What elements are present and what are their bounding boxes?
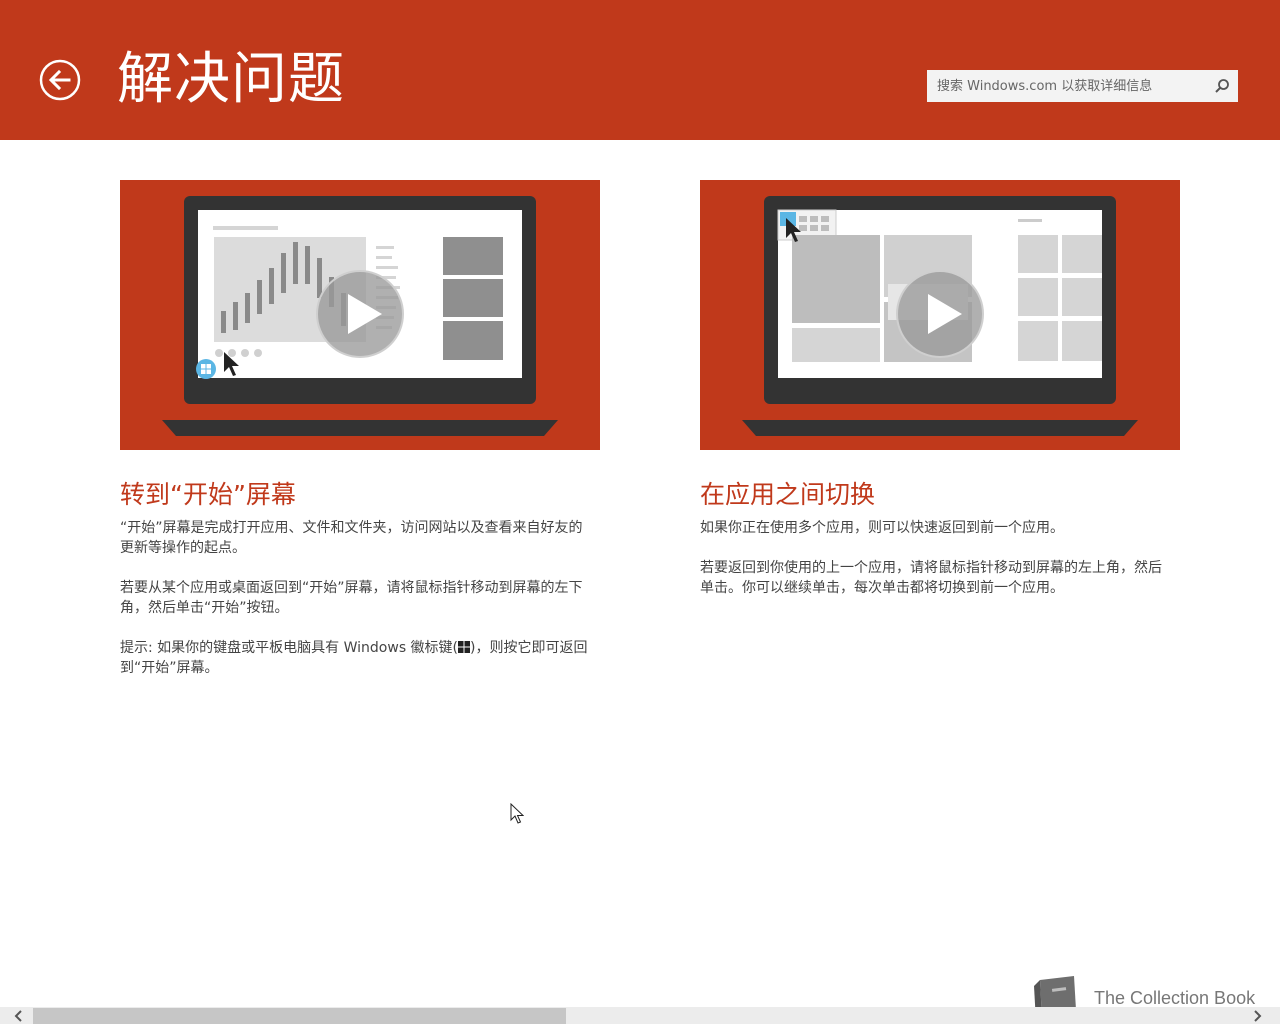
page-title: 解决问题 xyxy=(117,47,345,112)
card-tip: 提示: 如果你的键盘或平板电脑具有 Windows 徽标键()，则按它即可返回到… xyxy=(120,638,590,678)
card-paragraph: 若要返回到你使用的上一个应用，请将鼠标指针移动到屏幕的左上角，然后单击。你可以继… xyxy=(700,560,1162,596)
video-thumbnail-switch-apps[interactable] xyxy=(700,180,1180,450)
search-icon xyxy=(1215,79,1229,93)
scrollbar-thumb[interactable] xyxy=(33,1008,566,1024)
header-bar: 解决问题 xyxy=(0,0,1280,140)
help-card-switch-apps: 在应用之间切换 如果你正在使用多个应用，则可以快速返回到前一个应用。 若要返回到… xyxy=(700,180,1180,598)
laptop-illustration xyxy=(742,196,1138,436)
play-icon xyxy=(896,270,984,358)
chevron-right-icon xyxy=(1254,1009,1262,1022)
brand-text: The Collection Book xyxy=(1094,988,1256,1008)
horizontal-scrollbar[interactable] xyxy=(0,1007,1280,1024)
search-input[interactable] xyxy=(927,71,1206,101)
card-paragraph: 如果你正在使用多个应用，则可以快速返回到前一个应用。 xyxy=(700,520,1064,536)
play-icon xyxy=(316,270,404,358)
windows-logo-icon xyxy=(196,359,216,379)
back-button[interactable] xyxy=(39,59,81,101)
card-paragraph: 若要从某个应用或桌面返回到“开始”屏幕，请将鼠标指针移动到屏幕的左下角，然后单击… xyxy=(120,580,583,616)
tip-text-before: 提示: 如果你的键盘或平板电脑具有 Windows 徽标键( xyxy=(120,640,459,656)
search-button[interactable] xyxy=(1206,70,1238,102)
help-card-start-screen: 转到“开始”屏幕 “开始”屏幕是完成打开应用、文件和文件夹，访问网站以及查看来自… xyxy=(120,180,600,678)
video-thumbnail-start-screen[interactable] xyxy=(120,180,600,450)
mouse-cursor-icon xyxy=(510,803,524,824)
laptop-illustration xyxy=(162,196,558,436)
back-arrow-icon xyxy=(39,59,81,101)
card-heading: 转到“开始”屏幕 xyxy=(120,480,296,509)
scroll-left-button[interactable] xyxy=(8,1007,28,1024)
card-heading: 在应用之间切换 xyxy=(700,480,876,509)
windows-key-icon xyxy=(458,641,471,653)
chevron-left-icon xyxy=(14,1009,22,1022)
search-box[interactable] xyxy=(927,70,1238,102)
scroll-right-button[interactable] xyxy=(1248,1007,1268,1024)
card-paragraph: “开始”屏幕是完成打开应用、文件和文件夹，访问网站以及查看来自好友的更新等操作的… xyxy=(120,520,583,556)
